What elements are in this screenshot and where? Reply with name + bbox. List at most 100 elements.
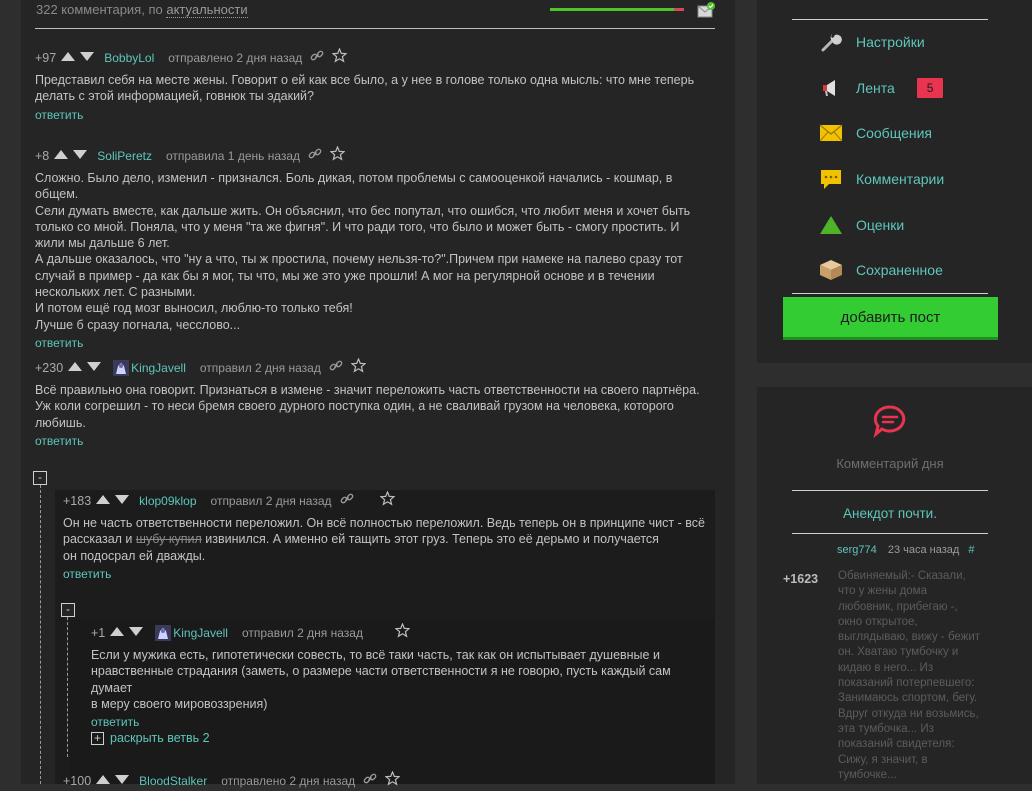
- comment-time[interactable]: отправила 1 день назад: [166, 148, 300, 164]
- comment-author[interactable]: SoliPeretz: [97, 148, 152, 164]
- star-icon[interactable]: [329, 145, 346, 165]
- star-icon[interactable]: [384, 770, 401, 790]
- comment-rating: +1: [91, 625, 106, 640]
- comment-of-day-time[interactable]: 23 часа назад: [888, 544, 959, 556]
- upvote-icon[interactable]: [53, 148, 69, 164]
- comment: +1 KingJavell отправил 2 дня назад Если …: [91, 622, 715, 730]
- star-icon[interactable]: [378, 490, 396, 510]
- comment-rating: +97: [35, 50, 57, 65]
- comment-text: Он не часть ответственности переложил. О…: [63, 516, 705, 563]
- downvote-icon[interactable]: [128, 625, 144, 641]
- link-icon[interactable]: [308, 147, 322, 165]
- comment-meta: +100 BloodStalker отправлено 2 дня назад: [63, 770, 715, 790]
- comment-text: Представил себя на месте жены. Говорит о…: [35, 73, 695, 104]
- star-icon[interactable]: [394, 622, 411, 642]
- comment-text: Если у мужика есть, гипотетически совест…: [91, 648, 671, 711]
- link-icon[interactable]: [310, 49, 324, 67]
- negative-rating-bar: [674, 8, 684, 11]
- comment-author[interactable]: KingJavell: [173, 625, 228, 641]
- avatar[interactable]: [155, 625, 172, 641]
- reply-button[interactable]: ответить: [35, 433, 715, 449]
- downvote-icon[interactable]: [79, 50, 95, 66]
- downvote-icon[interactable]: [114, 773, 130, 789]
- menu-item-feed[interactable]: Лента 5: [818, 77, 944, 99]
- comment-of-day-post-link[interactable]: Анекдот почти.: [792, 506, 988, 521]
- link-icon[interactable]: [329, 359, 343, 377]
- comment-time[interactable]: отправил 2 дня назад: [242, 625, 363, 641]
- feed-count-badge: 5: [916, 78, 944, 98]
- comment-meta: +230 KingJavell отправил 2 дня назад: [35, 357, 715, 377]
- thread-line: [40, 485, 41, 784]
- divider: [792, 533, 988, 534]
- add-post-button[interactable]: добавить пост: [783, 297, 998, 340]
- comment-rating: +100: [63, 773, 92, 788]
- comment-time[interactable]: отправил 2 дня назад: [211, 493, 332, 509]
- expand-branch-label: раскрыть ветвь 2: [110, 731, 210, 745]
- comment-author[interactable]: BobbyLol: [104, 50, 154, 66]
- reply-button[interactable]: ответить: [35, 335, 715, 351]
- comment-meta: +97 BobbyLol отправлено 2 дня назад: [35, 47, 715, 67]
- comment-text: Всё правильно она говорит. Признаться в …: [35, 383, 700, 430]
- plus-icon: +: [91, 731, 104, 745]
- comment-author[interactable]: klop09klop: [139, 493, 196, 509]
- comment-rating: +8: [35, 148, 50, 163]
- menu-item-comments[interactable]: Комментарии: [818, 168, 944, 190]
- divider: [792, 19, 988, 20]
- upvote-icon[interactable]: [60, 50, 76, 66]
- upvote-icon[interactable]: [95, 773, 111, 789]
- comment-text: Сложно. Было дело, изменил - признался. …: [35, 171, 691, 332]
- comment: +230 KingJavell отправил 2 дня назад Всё…: [35, 357, 715, 449]
- star-icon[interactable]: [350, 357, 367, 377]
- comment: +97 BobbyLol отправлено 2 дня назад Пред…: [35, 47, 715, 123]
- comment-author[interactable]: KingJavell: [131, 360, 186, 376]
- link-icon[interactable]: [340, 492, 354, 510]
- speech-bubble-icon: [818, 168, 844, 190]
- upvote-icon[interactable]: [109, 625, 125, 641]
- menu-item-saved[interactable]: Сохраненное: [818, 259, 943, 281]
- comment-of-day-author[interactable]: serg774: [837, 544, 877, 556]
- menu-item-settings[interactable]: Настройки: [818, 31, 925, 53]
- comments-header: 322 комментария, по актуальности: [36, 2, 248, 18]
- comment-meta: +1 KingJavell отправил 2 дня назад: [91, 622, 715, 642]
- menu-item-messages[interactable]: Сообщения: [818, 122, 932, 144]
- upvote-icon[interactable]: [95, 493, 111, 509]
- comments-count: 322 комментария, по: [36, 2, 163, 17]
- comment-of-day-icon: [872, 404, 908, 439]
- wrench-icon: [818, 31, 844, 53]
- comment-of-day-permalink[interactable]: #: [968, 544, 974, 556]
- comment-rating: +183: [63, 493, 92, 508]
- collapse-thread-button[interactable]: -: [33, 471, 47, 485]
- triangle-icon: [818, 214, 844, 236]
- comment-rating: +230: [35, 360, 64, 375]
- expand-branch-button[interactable]: + раскрыть ветвь 2: [91, 731, 210, 745]
- comment-time[interactable]: отправил 2 дня назад: [200, 360, 321, 376]
- comment-meta: +8 SoliPeretz отправила 1 день назад: [35, 145, 715, 165]
- reply-button[interactable]: ответить: [35, 107, 715, 123]
- comment-of-day-title: Комментарий дня: [836, 456, 944, 471]
- divider: [792, 293, 988, 294]
- comment-of-day-text: Обвиняемый:- Сказали, что у жены дома лю…: [838, 570, 981, 781]
- sort-selector[interactable]: актуальности: [166, 2, 248, 18]
- downvote-icon[interactable]: [86, 360, 102, 376]
- downvote-icon[interactable]: [114, 493, 130, 509]
- comment-meta: +183 klop09klop отправил 2 дня назад: [63, 490, 715, 510]
- comment-time[interactable]: отправлено 2 дня назад: [168, 50, 302, 66]
- collapse-thread-button[interactable]: -: [61, 603, 75, 617]
- avatar[interactable]: [113, 360, 130, 376]
- reply-button[interactable]: ответить: [91, 714, 715, 730]
- menu-item-ratings[interactable]: Оценки: [818, 214, 904, 236]
- link-icon[interactable]: [363, 772, 377, 790]
- comment-author[interactable]: BloodStalker: [139, 773, 207, 789]
- comment: +8 SoliPeretz отправила 1 день назад Сло…: [35, 145, 715, 351]
- envelope-icon: [818, 122, 844, 144]
- comment-of-day-rating: +1623: [783, 572, 819, 586]
- upvote-icon[interactable]: [67, 360, 83, 376]
- divider: [792, 490, 988, 491]
- comment-time[interactable]: отправлено 2 дня назад: [221, 773, 355, 789]
- comment-of-day-meta: serg774 23 часа назад #: [837, 544, 974, 556]
- downvote-icon[interactable]: [72, 148, 88, 164]
- star-icon[interactable]: [331, 47, 348, 67]
- reply-button[interactable]: ответить: [63, 566, 715, 582]
- subscribe-comments-icon[interactable]: [697, 2, 715, 18]
- megaphone-icon: [818, 77, 844, 99]
